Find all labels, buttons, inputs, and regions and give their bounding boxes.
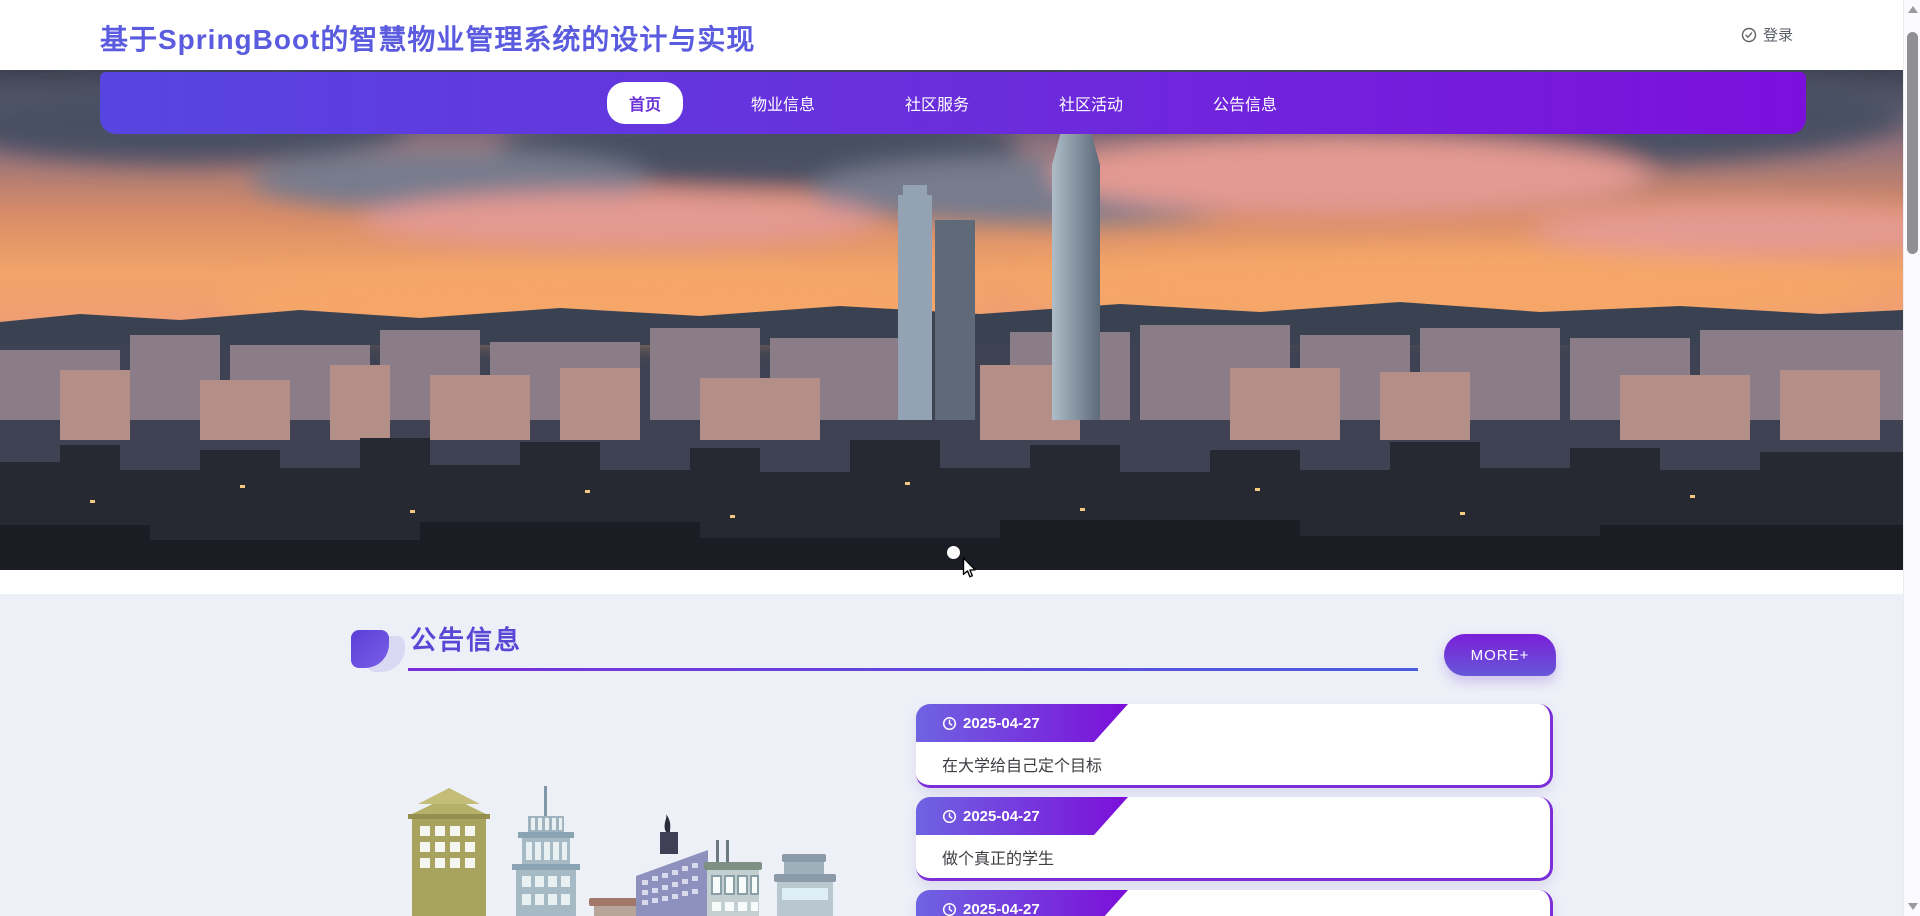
circle-check-icon — [1741, 27, 1757, 42]
main-nav: 首页 物业信息 社区服务 社区活动 公告信息 — [100, 72, 1806, 134]
announcement-card[interactable]: 2025-04-27 在大学给自己定个目标 — [916, 704, 1553, 788]
nav-item-community-activity[interactable]: 社区活动 — [1037, 82, 1145, 124]
nav-item-community-service[interactable]: 社区服务 — [883, 82, 991, 124]
clock-icon — [942, 809, 957, 824]
scrollbar-thumb[interactable] — [1907, 32, 1918, 254]
announcement-card[interactable]: 2025-04-27 做个真正的学生 — [916, 797, 1553, 881]
announcement-date: 2025-04-27 — [963, 807, 1040, 825]
buildings-illustration — [408, 786, 836, 916]
clock-icon — [942, 902, 957, 916]
page-title: 基于SpringBoot的智慧物业管理系统的设计与实现 — [100, 24, 756, 55]
announcement-list: 2025-04-27 在大学给自己定个目标 2025-04-27 做个真正的学生 — [916, 704, 1553, 916]
section-title: 公告信息 — [410, 625, 523, 655]
clock-icon — [942, 716, 957, 731]
date-banner: 2025-04-27 — [916, 797, 1128, 835]
announcements-section: 公告信息 MORE+ 2025-04-27 在大学给自己定个目标 2025-04… — [0, 594, 1903, 916]
date-banner: 2025-04-27 — [916, 890, 1128, 916]
city-skyline-image — [0, 70, 1903, 570]
scrollbar[interactable] — [1903, 0, 1920, 916]
scroll-down-arrow-icon[interactable] — [1908, 903, 1918, 910]
mouse-cursor-icon — [962, 557, 976, 578]
announcement-date: 2025-04-27 — [963, 714, 1040, 732]
scroll-up-arrow-icon[interactable] — [1908, 6, 1918, 13]
more-button[interactable]: MORE+ — [1444, 634, 1556, 676]
section-underline — [408, 668, 1418, 671]
page: 基于SpringBoot的智慧物业管理系统的设计与实现 登录 首页 物业信息 社… — [0, 0, 1920, 916]
announcement-date: 2025-04-27 — [963, 900, 1040, 916]
hero-carousel — [0, 70, 1903, 570]
login-label: 登录 — [1762, 27, 1793, 44]
login-button[interactable]: 登录 — [1741, 24, 1793, 45]
nav-item-announcements[interactable]: 公告信息 — [1191, 82, 1299, 124]
announcement-card[interactable]: 2025-04-27 — [916, 890, 1553, 916]
date-banner: 2025-04-27 — [916, 704, 1128, 742]
app-header: 基于SpringBoot的智慧物业管理系统的设计与实现 登录 — [0, 0, 1903, 70]
announcement-title: 做个真正的学生 — [942, 851, 1055, 868]
nav-item-property-info[interactable]: 物业信息 — [729, 82, 837, 124]
nav-item-home[interactable]: 首页 — [606, 82, 683, 124]
announcement-title: 在大学给自己定个目标 — [942, 758, 1103, 775]
